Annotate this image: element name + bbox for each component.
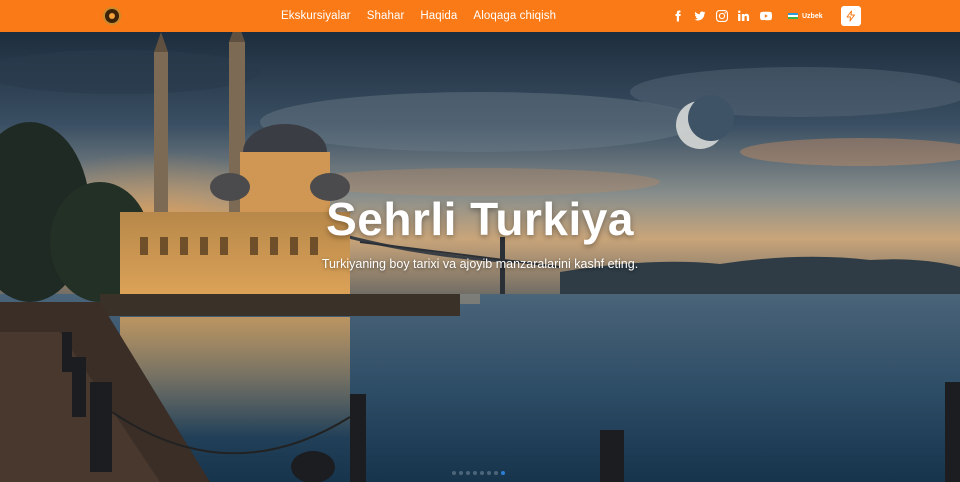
twitter-icon[interactable] <box>693 10 706 23</box>
instagram-icon[interactable] <box>715 10 728 23</box>
slider-dot[interactable] <box>494 471 498 475</box>
slider-dot[interactable] <box>501 471 505 475</box>
language-label: Uzbek <box>802 12 823 20</box>
social-links <box>671 0 781 32</box>
slider-dot[interactable] <box>466 471 470 475</box>
logo-emblem-icon[interactable] <box>103 7 121 25</box>
hero-banner: Sehrli Turkiya Turkiyaning boy tarixi va… <box>0 32 960 482</box>
slider-dot[interactable] <box>487 471 491 475</box>
slider-dot[interactable] <box>473 471 477 475</box>
nav-link-contact[interactable]: Aloqaga chiqish <box>473 10 556 22</box>
linkedin-icon[interactable] <box>737 10 750 23</box>
youtube-icon[interactable] <box>759 10 772 23</box>
slider-dot[interactable] <box>459 471 463 475</box>
top-navigation-bar: Ekskursiyalar Shahar Haqida Aloqaga chiq… <box>0 0 960 32</box>
facebook-icon[interactable] <box>671 10 684 23</box>
slider-pagination <box>452 471 508 475</box>
language-selector[interactable]: Uzbek <box>788 11 823 21</box>
nav-link-about[interactable]: Haqida <box>420 10 457 22</box>
hero-subtitle: Turkiyaning boy tarixi va ajoyib manzara… <box>321 257 639 271</box>
slider-dot[interactable] <box>452 471 456 475</box>
uzbekistan-flag-icon <box>788 12 798 20</box>
slider-dot[interactable] <box>480 471 484 475</box>
nav-link-excursions[interactable]: Ekskursiyalar <box>281 10 351 22</box>
main-nav: Ekskursiyalar Shahar Haqida Aloqaga chiq… <box>281 0 572 32</box>
bolt-icon[interactable] <box>841 6 861 26</box>
nav-link-city[interactable]: Shahar <box>367 10 405 22</box>
hero-title: Sehrli Turkiya <box>326 193 634 245</box>
